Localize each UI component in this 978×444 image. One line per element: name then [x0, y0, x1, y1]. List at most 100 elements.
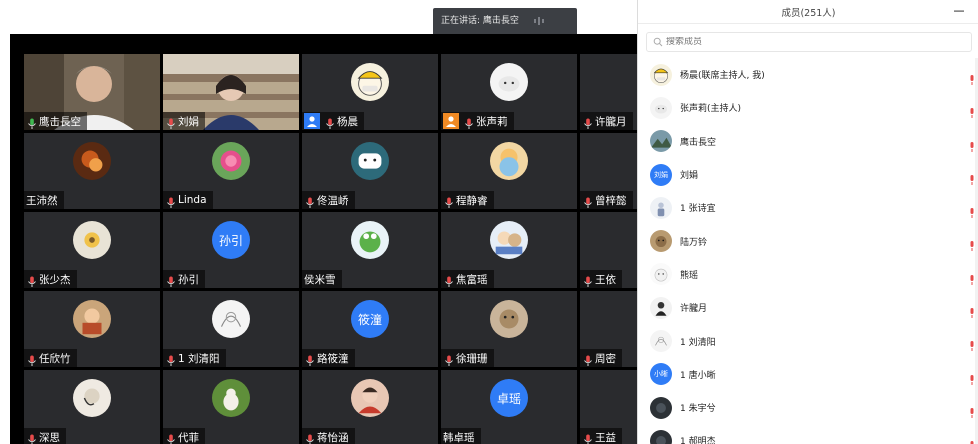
avatar — [73, 142, 111, 180]
microphone-icon — [27, 115, 37, 129]
microphone-icon — [583, 431, 593, 444]
participant-tile[interactable]: 刘娟 — [163, 54, 299, 130]
avatar — [351, 221, 389, 259]
participant-tile[interactable]: 佟温峤 — [302, 133, 438, 209]
microphone-icon — [464, 115, 474, 129]
tile-name-row: 张声莉 — [441, 112, 514, 130]
participant-tile[interactable]: 曾梓懿 — [580, 133, 637, 209]
participant-tile[interactable]: 卓瑶 韩卓瑶 — [441, 370, 577, 444]
panel-header: 成员(251人) — [638, 0, 978, 24]
member-row[interactable]: 陆万钤 — [638, 224, 978, 257]
meeting-area: 正在讲话: 鹰击長空 鹰击長空 刘娟 杨晨 张声莉 许朧月王沛然 Linda 佟温峤 程静睿 曾… — [0, 0, 637, 444]
participant-name: 路筱潼 — [317, 352, 349, 365]
participant-tile[interactable]: 张声莉 — [441, 54, 577, 130]
participant-tile[interactable]: 徐珊珊 — [441, 291, 577, 367]
microphone-icon — [305, 194, 315, 208]
avatar — [490, 63, 528, 101]
member-row[interactable]: 1 朱宇兮 — [638, 391, 978, 424]
member-avatar — [650, 96, 672, 119]
member-avatar — [650, 63, 672, 86]
member-avatar — [650, 429, 672, 444]
participant-name: 张少杰 — [39, 273, 71, 286]
participant-tile[interactable]: 任欣竹 — [24, 291, 160, 367]
participant-name: 深思 — [39, 431, 60, 444]
member-name: 刘娟 — [680, 171, 699, 182]
participant-tile[interactable]: 王沛然 — [24, 133, 160, 209]
participant-tile[interactable]: 王依 — [580, 212, 637, 288]
tile-name-row: 许朧月 — [580, 112, 633, 130]
participant-name: 蒋怡涵 — [317, 431, 349, 444]
member-row[interactable]: 许朧月 — [638, 291, 978, 324]
host-badge-icon — [304, 113, 320, 129]
microphone-icon — [305, 431, 315, 444]
participant-tile[interactable]: 杨晨 — [302, 54, 438, 130]
member-avatar: 刘娟 — [650, 163, 672, 186]
participant-tile[interactable]: 许朧月 — [580, 54, 637, 130]
participant-name: Linda — [178, 194, 207, 206]
microphone-icon — [444, 273, 454, 287]
avatar — [351, 142, 389, 180]
minimize-icon[interactable] — [953, 5, 965, 17]
participant-tile[interactable]: 王益 — [580, 370, 637, 444]
member-avatar: 小晰 — [650, 363, 672, 386]
participant-name: 韩卓瑶 — [443, 431, 475, 444]
member-list: 杨晨(联席主持人, 我) 张声莉(主持人) 鹰击長空 刘娟 刘娟 1 张诗宜 陆万钤 熊瑶 许朧… — [638, 58, 978, 444]
member-row[interactable]: 小晰 1 唐小晰 — [638, 358, 978, 391]
participant-name: 程静睿 — [456, 194, 488, 207]
participant-name: 任欣竹 — [39, 352, 71, 365]
microphone-icon — [166, 273, 176, 287]
avatar — [490, 300, 528, 338]
member-search[interactable] — [646, 32, 972, 52]
avatar — [73, 300, 111, 338]
tile-name-row: 刘娟 — [163, 112, 205, 130]
panel-title: 成员(251人) — [781, 8, 836, 19]
microphone-icon — [166, 352, 176, 366]
member-row[interactable]: 1 郝明杰 — [638, 424, 978, 444]
tile-name-row: 孙引 — [163, 270, 205, 288]
participant-tile[interactable]: 周密 — [580, 291, 637, 367]
member-avatar — [650, 296, 672, 319]
sound-wave-icon — [534, 17, 544, 25]
participant-tile[interactable]: 张少杰 — [24, 212, 160, 288]
member-row[interactable]: 刘娟 刘娟 — [638, 158, 978, 191]
member-name: 张声莉(主持人) — [680, 104, 742, 115]
member-row[interactable]: 鹰击長空 — [638, 125, 978, 158]
tile-name-row: 张少杰 — [24, 270, 77, 288]
participant-tile[interactable]: 1 刘清阳 — [163, 291, 299, 367]
speaking-indicator: 正在讲话: 鹰击長空 — [433, 8, 577, 34]
member-row[interactable]: 熊瑶 — [638, 258, 978, 291]
microphone-icon — [583, 352, 593, 366]
tile-name-row: 任欣竹 — [24, 349, 77, 367]
avatar — [212, 142, 250, 180]
participant-tile[interactable]: 程静睿 — [441, 133, 577, 209]
participant-tile[interactable]: Linda — [163, 133, 299, 209]
participant-tile[interactable]: 筱潼路筱潼 — [302, 291, 438, 367]
member-name: 许朧月 — [680, 304, 708, 315]
avatar — [351, 379, 389, 417]
participant-tile[interactable]: 鹰击長空 — [24, 54, 160, 130]
member-name: 1 张诗宜 — [680, 204, 716, 215]
video-gallery: 鹰击長空 刘娟 杨晨 张声莉 许朧月王沛然 Linda 佟温峤程静睿 曾梓懿张少杰 孙引 孙引 侯米… — [10, 34, 637, 444]
avatar: 筱潼 — [351, 300, 389, 338]
member-name: 1 郝明杰 — [680, 437, 716, 444]
participant-name: 代菲 — [178, 431, 199, 444]
participant-tile[interactable]: 孙引 孙引 — [163, 212, 299, 288]
participant-tile[interactable]: 蒋怡涵 — [302, 370, 438, 444]
participant-tile[interactable]: 侯米雪 — [302, 212, 438, 288]
participant-name: 王益 — [595, 431, 616, 444]
member-row[interactable]: 1 张诗宜 — [638, 191, 978, 224]
search-input[interactable] — [666, 37, 946, 47]
member-row[interactable]: 杨晨(联席主持人, 我) — [638, 58, 978, 91]
participant-tile[interactable]: 代菲 — [163, 370, 299, 444]
member-name: 陆万钤 — [680, 237, 708, 248]
member-panel: 成员(251人) 杨晨(联席主持人, 我) 张声莉(主持人) 鹰击長空刘娟刘娟 1 张… — [637, 0, 978, 444]
participant-tile[interactable]: 焦富瑶 — [441, 212, 577, 288]
top-bar: 正在讲话: 鹰击長空 — [0, 0, 637, 34]
tile-name-row: 周密 — [580, 349, 622, 367]
member-row[interactable]: 张声莉(主持人) — [638, 91, 978, 124]
tile-name-row: 1 刘清阳 — [163, 349, 226, 367]
participant-name: 徐珊珊 — [456, 352, 488, 365]
member-row[interactable]: 1 刘清阳 — [638, 324, 978, 357]
microphone-icon — [444, 194, 454, 208]
participant-tile[interactable]: 深思 — [24, 370, 160, 444]
